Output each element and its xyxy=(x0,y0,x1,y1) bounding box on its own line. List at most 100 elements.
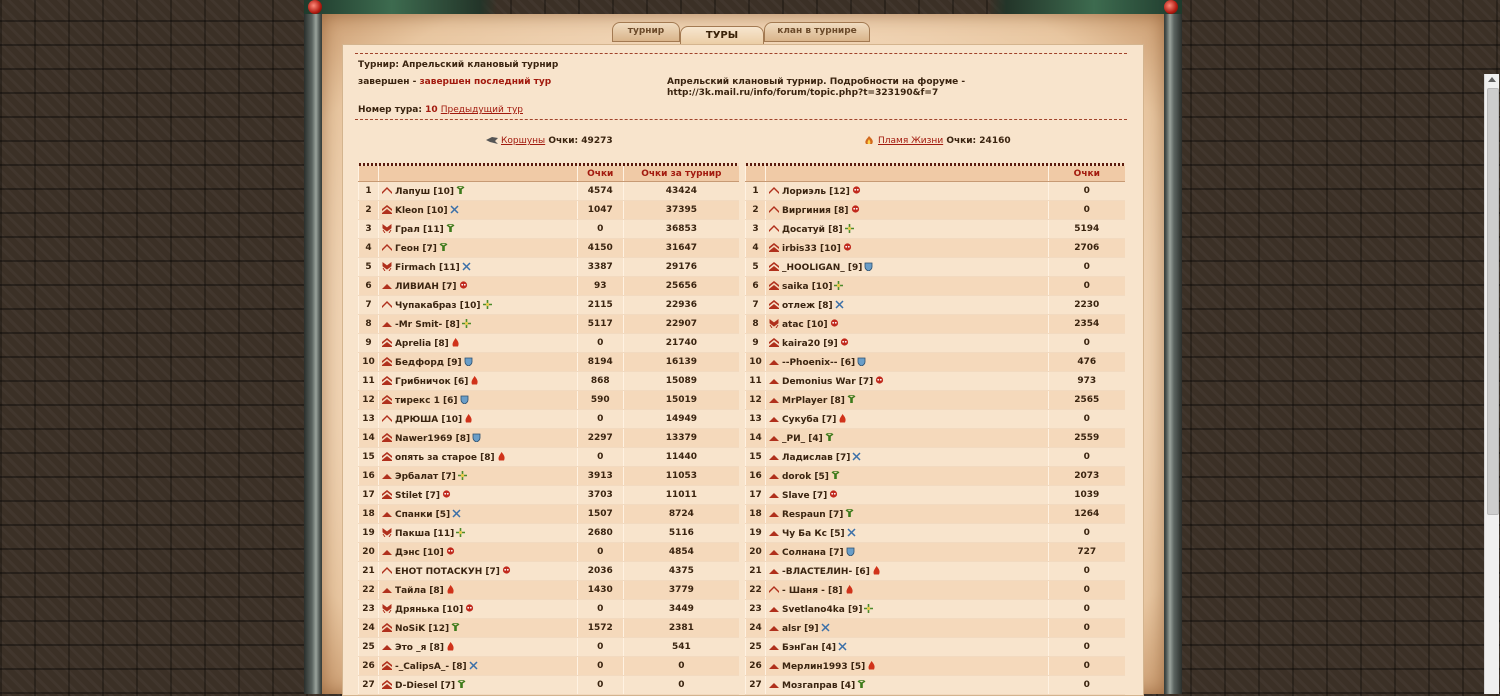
round-number: 10 xyxy=(425,105,438,115)
player-name[interactable]: saika [10] xyxy=(782,282,832,292)
round-score: 476 xyxy=(1047,352,1125,372)
cross-icon xyxy=(482,299,492,309)
player-cell: Ладислав [7] xyxy=(764,447,1049,467)
player-name[interactable]: БэнГан [4] xyxy=(782,643,836,653)
player-name[interactable]: irbis33 [10] xyxy=(782,244,841,254)
rank-icon xyxy=(381,375,392,385)
player-name[interactable]: Ладислав [7] xyxy=(782,453,850,463)
player-name[interactable]: NoSiK [12] xyxy=(395,624,449,634)
elf-icon xyxy=(457,679,466,688)
page-scrollbar[interactable] xyxy=(1484,74,1499,694)
player-name[interactable]: Дэнс [10] xyxy=(395,548,444,558)
table-row: 6 saika [10] 0 xyxy=(745,276,1125,296)
player-cell: - Шаня - [8] xyxy=(764,580,1049,600)
col-header-total: Очки за турнир xyxy=(622,166,739,182)
elf-icon xyxy=(845,508,854,517)
row-number: 15 xyxy=(745,447,766,467)
player-cell: Мерлин1993 [5] xyxy=(764,656,1049,676)
player-name[interactable]: Эрбалат [7] xyxy=(395,472,456,482)
player-name[interactable]: Мозгаправ [4] xyxy=(782,681,855,691)
player-name[interactable]: kaira20 [9] xyxy=(782,339,838,349)
player-name[interactable]: тирекс 1 [6] xyxy=(395,396,458,406)
player-name[interactable]: _РИ_ [4] xyxy=(782,434,823,444)
player-name[interactable]: MrPlayer [8] xyxy=(782,396,845,406)
player-name[interactable]: Чупакабраз [10] xyxy=(395,301,481,311)
player-cell: NoSiK [12] xyxy=(377,618,578,638)
rank-icon xyxy=(381,451,392,461)
player-name[interactable]: -ВЛАСТЕЛИН- [6] xyxy=(782,567,870,577)
round-score: 5117 xyxy=(576,314,624,334)
player-name[interactable]: Грибничок [6] xyxy=(395,377,468,387)
player-name[interactable]: Это _я [8] xyxy=(395,643,444,653)
tournament-score: 25656 xyxy=(622,276,739,296)
player-name[interactable]: atac [10] xyxy=(782,320,828,330)
player-name[interactable]: ЛИВИАН [7] xyxy=(395,282,457,292)
scrollbar-thumb[interactable] xyxy=(1487,88,1499,515)
player-name[interactable]: Сукуба [7] xyxy=(782,415,836,425)
player-name[interactable]: Лапуш [10] xyxy=(395,187,454,197)
rank-icon xyxy=(381,511,392,517)
player-name[interactable]: --Phoenix-- [6] xyxy=(782,358,855,368)
cross-icon xyxy=(864,603,874,613)
player-name[interactable]: Чу Ба Кс [5] xyxy=(782,529,845,539)
round-score: 0 xyxy=(576,656,624,676)
player-name[interactable]: Грал [11] xyxy=(395,225,444,235)
row-number: 19 xyxy=(745,523,766,543)
player-name[interactable]: Aprelia [8] xyxy=(395,339,449,349)
player-name[interactable]: Stilet [7] xyxy=(395,491,440,501)
player-name[interactable]: Геон [7] xyxy=(395,244,437,254)
player-name[interactable]: Firmach [11] xyxy=(395,263,460,273)
player-name[interactable]: D-Diesel [7] xyxy=(395,681,455,691)
player-name[interactable]: - Шаня - [8] xyxy=(782,586,843,596)
player-name[interactable]: отлеж [8] xyxy=(782,301,833,311)
round-score: 0 xyxy=(1047,257,1125,277)
player-name[interactable]: Спанки [5] xyxy=(395,510,450,520)
tournament-score: 36853 xyxy=(622,219,739,239)
player-name[interactable]: Мерлин1993 [5] xyxy=(782,662,865,672)
player-name[interactable]: Тайла [8] xyxy=(395,586,444,596)
table-row: 8 -Mr Smit- [8] 5117 22907 xyxy=(358,314,739,334)
player-name[interactable]: Солнана [7] xyxy=(782,548,844,558)
skull-icon xyxy=(502,565,511,574)
col-header xyxy=(377,166,578,182)
player-name[interactable]: Бедфорд [9] xyxy=(395,358,462,368)
player-name[interactable]: Svetlano4ka [9] xyxy=(782,605,862,615)
player-name[interactable]: Дрянька [10] xyxy=(395,605,463,615)
player-name[interactable]: Виргиния [8] xyxy=(782,206,849,216)
clan-right-link[interactable]: Пламя Жизни xyxy=(878,136,943,146)
swords-icon xyxy=(852,451,861,461)
player-name[interactable]: Досатуй [8] xyxy=(782,225,843,235)
cross-icon xyxy=(461,318,471,328)
player-name[interactable]: Лориэль [12] xyxy=(782,187,850,197)
player-name[interactable]: -Mr Smit- [8] xyxy=(395,320,460,330)
player-name[interactable]: ЕНОТ ПОТАСКУН [7] xyxy=(395,567,500,577)
skull-icon xyxy=(876,375,884,384)
elf-icon xyxy=(825,432,834,441)
clan-left-table: Очки Очки за турнир 1 Лапуш [10] 4574 43424… xyxy=(358,163,739,695)
player-cell: D-Diesel [7] xyxy=(377,675,578,695)
scroll-up-arrow-icon[interactable] xyxy=(1488,77,1496,82)
player-name[interactable]: _HOOLIGAN_ [9] xyxy=(782,263,862,273)
player-name[interactable]: ДРЮША [10] xyxy=(395,415,462,425)
player-name[interactable]: Пакша [11] xyxy=(395,529,454,539)
player-cell: Эрбалат [7] xyxy=(377,466,578,486)
player-name[interactable]: Kleon [10] xyxy=(395,206,448,216)
player-name[interactable]: Slave [7] xyxy=(782,491,827,501)
tab-tournament[interactable]: турнир xyxy=(612,22,680,42)
swords-icon xyxy=(469,660,478,670)
player-cell: Firmach [11] xyxy=(377,257,578,277)
tab-rounds-label: ТУРЫ xyxy=(705,30,739,41)
previous-round-link[interactable]: Предыдущий тур xyxy=(441,105,523,115)
player-name[interactable]: alsr [9] xyxy=(782,624,819,634)
rank-icon xyxy=(768,337,779,347)
table-row: 9 Aprelia [8] 0 21740 xyxy=(358,333,739,353)
table-row: 21 -ВЛАСТЕЛИН- [6] 0 xyxy=(745,561,1125,581)
player-name[interactable]: Respaun [7] xyxy=(782,510,843,520)
player-name[interactable]: Nawer1969 [8] xyxy=(395,434,470,444)
player-name[interactable]: dorok [5] xyxy=(782,472,829,482)
tab-clan[interactable]: клан в турнире xyxy=(764,22,870,42)
player-name[interactable]: опять за старое [8] xyxy=(395,453,495,463)
player-name[interactable]: Demonius War [7] xyxy=(782,377,873,387)
clan-left-link[interactable]: Коршуны xyxy=(501,136,545,146)
player-name[interactable]: -_CalipsA_- [8] xyxy=(395,662,467,672)
